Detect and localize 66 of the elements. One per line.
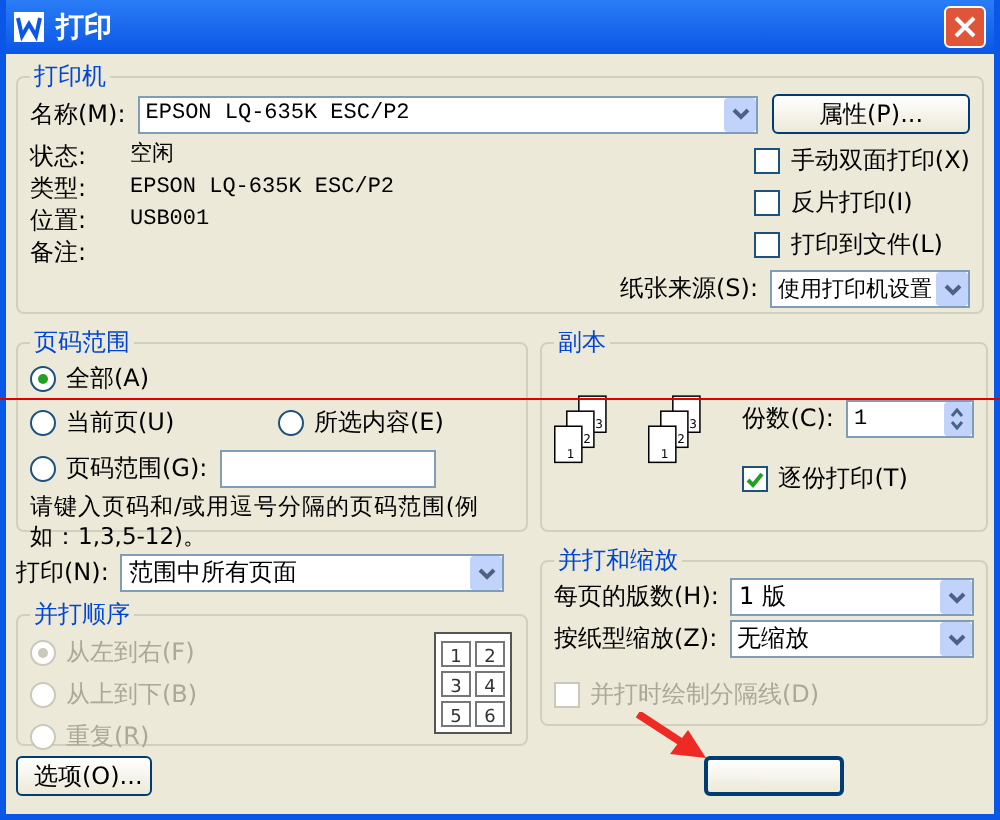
group-title: 页码范围: [32, 326, 132, 360]
app-icon: [14, 12, 44, 42]
dropdown-button[interactable]: [470, 556, 503, 590]
checkbox[interactable]: [754, 148, 781, 174]
field-label: 按纸型缩放(Z):: [554, 622, 718, 656]
checkbox-label: 反片打印(I): [790, 186, 913, 220]
checkbox[interactable]: [754, 190, 781, 216]
printer-combo[interactable]: EPSON LQ-635K ESC/P2: [137, 95, 758, 133]
dropdown-button[interactable]: [724, 97, 756, 131]
paper-source-combo[interactable]: 使用打印机设置: [770, 270, 970, 308]
chevron-icon: [731, 108, 749, 120]
chevron-icon: [947, 633, 965, 645]
group-title: 并打顺序: [32, 598, 132, 632]
radio-label: 当前页(U): [66, 406, 175, 440]
checkbox-label: 打印到文件(L): [790, 228, 943, 262]
info-label: 备注:: [30, 238, 89, 268]
dropdown-button[interactable]: [940, 580, 972, 614]
radio-label: 所选内容(E): [314, 406, 444, 440]
field-label: 纸张来源(S):: [619, 272, 758, 306]
pages-per-sheet-combo[interactable]: 1 版: [730, 578, 974, 616]
page-range-field[interactable]: [219, 450, 436, 488]
checkbox-label: 逐份打印(T): [778, 462, 908, 496]
properties-button[interactable]: 属性(P)...: [772, 94, 970, 134]
group-title: 副本: [556, 326, 608, 360]
check-icon: [746, 471, 765, 487]
scale-combo[interactable]: 无缩放: [729, 620, 974, 658]
dialog-button[interactable]: [704, 756, 844, 796]
spin-arrows-icon: [950, 408, 965, 430]
radio-label: 从左到右(F): [66, 636, 195, 670]
page-order-drawing: 1 2 3 4 5 6: [434, 632, 514, 736]
info-label: 类型:: [30, 174, 89, 204]
close-button[interactable]: [944, 6, 986, 48]
dropdown-button[interactable]: [936, 272, 968, 306]
copies-spinner[interactable]: 1: [845, 400, 974, 438]
close-icon: [954, 16, 976, 38]
radio-button[interactable]: [30, 366, 56, 392]
radio-label: 全部(A): [66, 362, 150, 396]
field-label: 每页的版数(H):: [554, 580, 719, 614]
print-what-combo[interactable]: 范围中所有页面: [120, 554, 505, 592]
radio-button[interactable]: [30, 410, 56, 436]
dropdown-button[interactable]: [940, 622, 972, 656]
radio-label: 重复(R): [66, 720, 150, 754]
radio-button[interactable]: [30, 456, 56, 482]
info-value: USB001: [130, 206, 212, 236]
options-button[interactable]: 选项(O)...: [16, 756, 152, 796]
group-title: 并打和缩放: [556, 544, 680, 578]
radio-label: 页码范围(G):: [66, 452, 208, 486]
field-label: 打印(N):: [16, 556, 109, 590]
checkbox[interactable]: [754, 232, 781, 258]
info-value: EPSON LQ-635K ESC/P2: [130, 174, 397, 204]
field-label: 份数(C):: [742, 402, 834, 436]
group-title: 打印机: [32, 60, 108, 94]
radio-button[interactable]: [278, 410, 304, 436]
chevron-icon: [947, 591, 965, 603]
chevron-icon: [477, 567, 496, 579]
info-label: 状态:: [30, 142, 89, 172]
window-title: 打印: [56, 9, 114, 45]
info-label: 位置:: [30, 206, 89, 236]
hint-text: 请键入页码和/或用逗号分隔的页码范围(例如：1,3,5-12)。: [30, 492, 481, 552]
checkbox-label: 手动双面打印(X): [790, 144, 970, 178]
field-label: 名称(M):: [30, 97, 126, 131]
chevron-icon: [943, 283, 961, 295]
info-value: 空闲: [130, 142, 176, 172]
checkbox[interactable]: [742, 466, 769, 492]
radio-label: 从上到下(B): [66, 678, 198, 712]
checkbox-label: 并打时绘制分隔线(D): [590, 678, 820, 712]
